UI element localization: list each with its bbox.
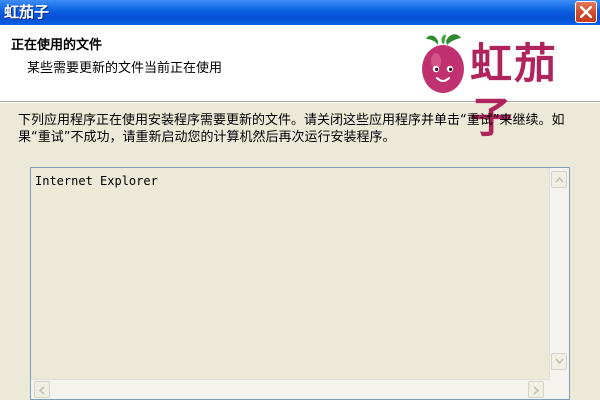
page-subtitle: 某些需要更新的文件当前正在使用 (27, 61, 223, 76)
close-button[interactable] (575, 1, 597, 23)
chevron-up-icon (555, 176, 564, 183)
close-icon (580, 6, 592, 18)
scroll-up-button[interactable] (551, 171, 567, 188)
instructions-text: 下列应用程序正在使用安装程序需要更新的文件。请关闭这些应用程序并单击“重试”来继… (18, 113, 565, 145)
scroll-left-button[interactable] (34, 381, 50, 398)
dialog-header: 正在使用的文件 某些需要更新的文件当前正在使用 虹茄子 (0, 25, 600, 142)
tomato-mascot-icon (422, 34, 464, 93)
chevron-left-icon (38, 386, 45, 395)
chevron-down-icon (555, 358, 564, 365)
vertical-scrollbar[interactable] (549, 168, 569, 399)
scroll-right-button[interactable] (528, 381, 544, 398)
title-bar[interactable]: 虹茄子 (0, 0, 600, 25)
list-item[interactable]: Internet Explorer (35, 174, 158, 188)
chevron-right-icon (533, 386, 540, 395)
page-title: 正在使用的文件 (11, 38, 103, 53)
scroll-down-button[interactable] (551, 353, 567, 370)
file-in-use-list[interactable]: Internet Explorer (30, 167, 570, 400)
horizontal-scrollbar[interactable] (31, 379, 550, 399)
window-title: 虹茄子 (4, 3, 50, 21)
brand-logo: 虹茄子 (418, 29, 598, 142)
